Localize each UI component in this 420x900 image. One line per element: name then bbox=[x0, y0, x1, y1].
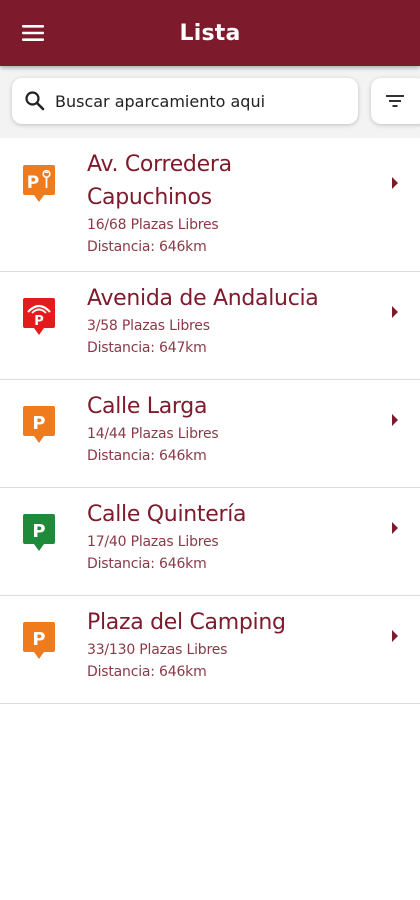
parking-list: P Av. Corredera Capuchinos 16/68 Plazas … bbox=[0, 138, 420, 704]
parking-icon: P bbox=[23, 622, 55, 659]
search-bar-area bbox=[0, 66, 420, 138]
parking-covered-icon: P bbox=[23, 298, 55, 335]
parking-name: Avenida de Andalucia bbox=[87, 286, 319, 311]
list-item[interactable]: P Calle Quintería 17/40 Plazas Libres Di… bbox=[0, 488, 420, 596]
parking-name: Calle Larga bbox=[87, 394, 208, 419]
chevron-right-icon bbox=[392, 414, 398, 426]
parking-name-line2: Capuchinos bbox=[87, 185, 212, 210]
chevron-right-icon bbox=[392, 522, 398, 534]
distance: Distancia: 646km bbox=[87, 448, 207, 464]
filter-icon bbox=[386, 95, 404, 107]
chevron-right-icon bbox=[392, 177, 398, 189]
parking-icon: P bbox=[23, 406, 55, 443]
chevron-right-icon bbox=[392, 630, 398, 642]
distance: Distancia: 646km bbox=[87, 239, 207, 255]
free-spaces: 17/40 Plazas Libres bbox=[87, 534, 219, 550]
app-bar: Lista bbox=[0, 0, 420, 66]
parking-electric-icon: P bbox=[23, 165, 55, 202]
free-spaces: 14/44 Plazas Libres bbox=[87, 426, 219, 442]
svg-text:P: P bbox=[32, 413, 45, 434]
list-item[interactable]: P Av. Corredera Capuchinos 16/68 Plazas … bbox=[0, 138, 420, 272]
page-title: Lista bbox=[179, 20, 241, 46]
free-spaces: 33/130 Plazas Libres bbox=[87, 642, 228, 658]
free-spaces: 16/68 Plazas Libres bbox=[87, 217, 219, 233]
parking-info: Plaza del Camping 33/130 Plazas Libres D… bbox=[87, 606, 377, 683]
parking-info: Avenida de Andalucia 3/58 Plazas Libres … bbox=[87, 282, 377, 359]
parking-name: Av. Corredera bbox=[87, 152, 232, 177]
distance: Distancia: 646km bbox=[87, 664, 207, 680]
svg-text:P: P bbox=[34, 314, 44, 329]
svg-text:P: P bbox=[32, 521, 45, 542]
chevron-right-icon bbox=[392, 306, 398, 318]
distance: Distancia: 647km bbox=[87, 340, 207, 356]
search-input[interactable] bbox=[55, 81, 358, 121]
parking-icon: P bbox=[23, 514, 55, 551]
search-box[interactable] bbox=[12, 78, 358, 124]
parking-info: Calle Larga 14/44 Plazas Libres Distanci… bbox=[87, 390, 377, 467]
svg-text:P: P bbox=[27, 173, 39, 193]
list-item[interactable]: P Calle Larga 14/44 Plazas Libres Distan… bbox=[0, 380, 420, 488]
filter-button[interactable] bbox=[371, 78, 420, 124]
parking-info: Calle Quintería 17/40 Plazas Libres Dist… bbox=[87, 498, 377, 575]
free-spaces: 3/58 Plazas Libres bbox=[87, 318, 210, 334]
distance: Distancia: 646km bbox=[87, 556, 207, 572]
search-icon bbox=[24, 90, 46, 112]
parking-name: Calle Quintería bbox=[87, 502, 247, 527]
parking-info: Av. Corredera Capuchinos 16/68 Plazas Li… bbox=[87, 148, 377, 258]
svg-text:P: P bbox=[32, 629, 45, 650]
parking-name: Plaza del Camping bbox=[87, 610, 286, 635]
list-item[interactable]: P Plaza del Camping 33/130 Plazas Libres… bbox=[0, 596, 420, 704]
list-item[interactable]: P Avenida de Andalucia 3/58 Plazas Libre… bbox=[0, 272, 420, 380]
